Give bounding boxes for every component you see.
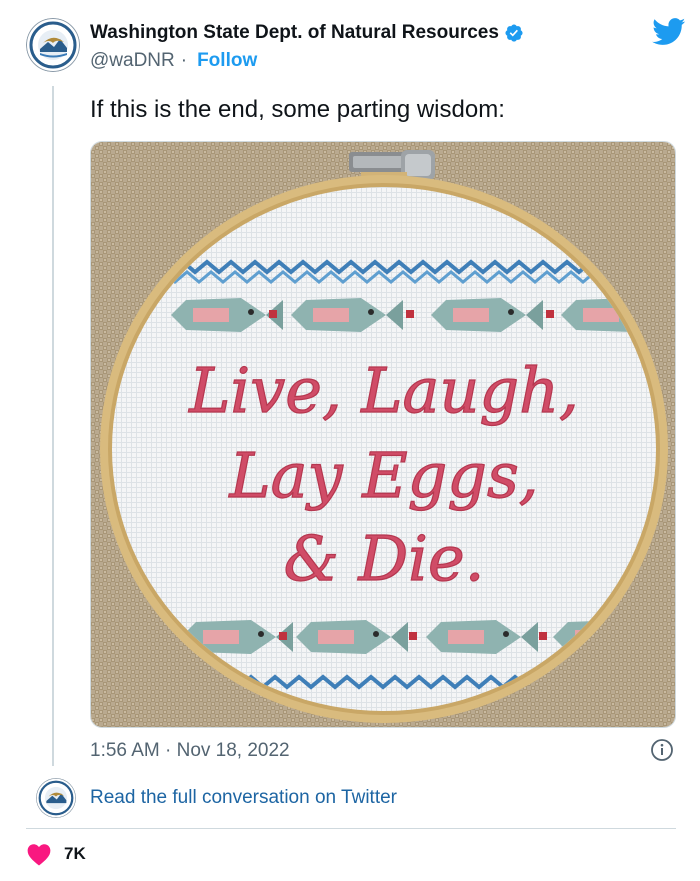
embroidery-line-2: Lay Eggs,: [228, 439, 538, 512]
embroidery-line-3: & Die.: [284, 522, 485, 595]
info-icon[interactable]: [650, 738, 674, 762]
read-conversation-link[interactable]: Read the full conversation on Twitter: [90, 787, 397, 809]
author-name[interactable]: Washington State Dept. of Natural Resour…: [90, 22, 499, 44]
twitter-bird-icon[interactable]: [652, 18, 686, 46]
like-button[interactable]: 7K: [26, 842, 86, 866]
tweet-header: Washington State Dept. of Natural Resour…: [26, 18, 686, 78]
thread-line: [52, 86, 54, 766]
separator-dot: ·: [180, 50, 188, 71]
like-count: 7K: [64, 844, 86, 863]
verified-badge-icon: [505, 24, 523, 42]
avatar[interactable]: [26, 18, 80, 72]
tweet-timestamp[interactable]: 1:56 AM · Nov 18, 2022: [90, 740, 290, 762]
read-conversation-row[interactable]: Read the full conversation on Twitter: [36, 776, 676, 820]
author-handle[interactable]: @waDNR: [90, 50, 175, 72]
tweet-text: If this is the end, some parting wisdom:: [90, 96, 505, 123]
heart-icon: [27, 844, 51, 866]
small-avatar: [36, 778, 76, 818]
embroidery-line-1: Live, Laugh,: [188, 354, 579, 427]
tweet-image[interactable]: Live, Laugh, Lay Eggs, & Die.: [90, 141, 676, 728]
divider: [26, 828, 676, 829]
follow-link[interactable]: Follow: [197, 50, 257, 72]
